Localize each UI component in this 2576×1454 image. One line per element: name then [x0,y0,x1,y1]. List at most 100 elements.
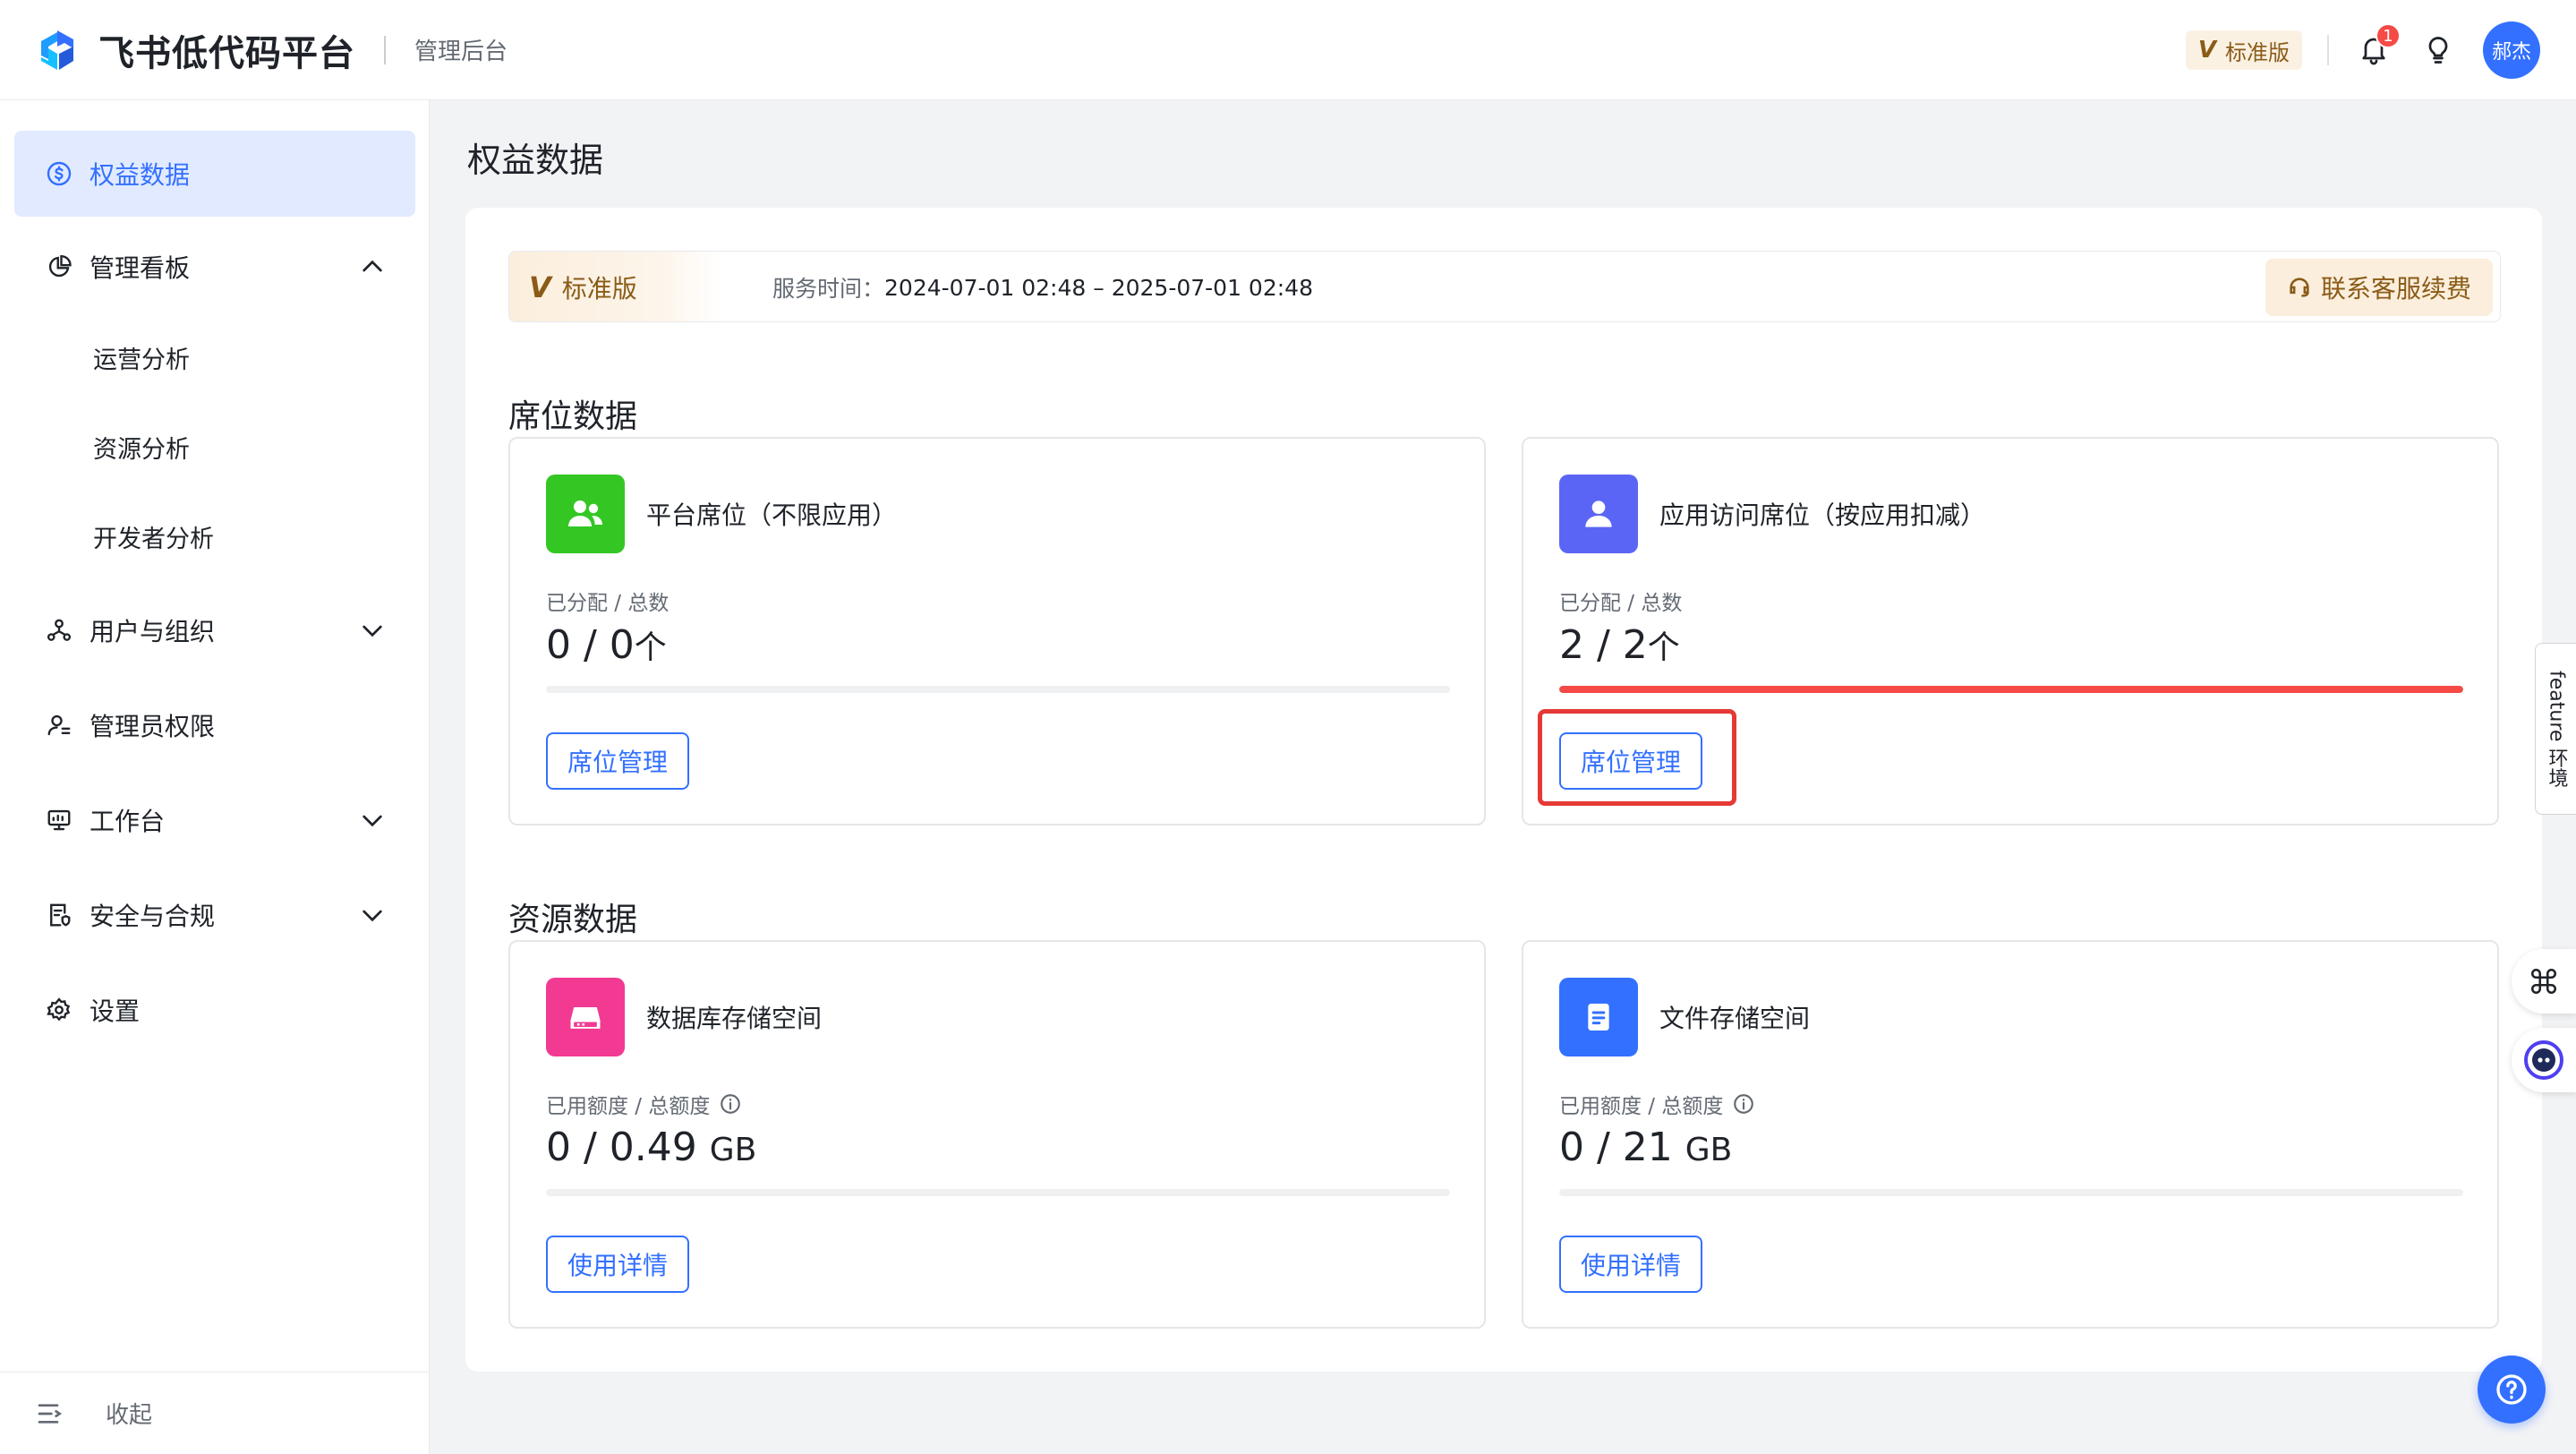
usage-progress-bar [1559,686,2463,693]
edition-tag: V 标准版 [509,252,724,321]
pie-chart-icon [43,251,75,283]
edition-v-icon: V [2197,37,2216,64]
platform-seat-card: 平台席位（不限应用） 已分配 / 总数 0 / 0个 席位管理 [508,437,1486,825]
entitlements-panel: V 标准版 服务时间： 2024-07-01 02:48 – 2025-07-0… [465,208,2542,1372]
card-value-number: 0 / 0.49 [546,1125,697,1170]
sidebar-item-admin-permission[interactable]: 管理员权限 [14,682,415,768]
card-label: 已分配 / 总数 [546,586,669,616]
collapse-menu-icon [38,1403,63,1424]
brand-logo[interactable]: 飞书低代码平台 [34,24,355,76]
usage-detail-button[interactable]: 使用详情 [546,1236,690,1293]
seat-section-title: 席位数据 [508,398,638,435]
card-value-number: 0 / 21 [1559,1125,1673,1170]
lowcode-logo-icon [41,30,73,70]
usage-progress-bar [1559,1189,2463,1196]
edition-badge-label: 标准版 [2225,39,2290,65]
card-value: 0 / 0个 [546,621,667,668]
help-button[interactable] [2478,1356,2546,1424]
card-title: 平台席位（不限应用） [646,500,898,530]
sidebar-item-entitlements[interactable]: 权益数据 [14,131,415,217]
card-label-text: 已用额度 / 总额度 [546,1095,711,1118]
sidebar-item-label: 管理看板 [90,253,191,283]
sidebar-item-label: 用户与组织 [90,617,216,646]
sidebar-item-dashboard[interactable]: 管理看板 [14,224,415,310]
highlight-annotation-box [1538,709,1736,806]
card-value-number: 2 / 2 [1559,622,1648,668]
contact-renew-label: 联系客服续费 [2320,274,2471,304]
card-value: 2 / 2个 [1559,621,1680,668]
tips-button[interactable] [2418,30,2458,70]
chevron-down-icon [363,910,382,922]
question-icon [2496,1374,2527,1405]
edition-badge[interactable]: V 标准版 [2185,30,2302,70]
sidebar-item-label: 设置 [90,996,141,1026]
org-icon [43,614,75,646]
card-label: 已分配 / 总数 [1559,586,1682,616]
card-label-text: 已分配 / 总数 [1559,592,1683,615]
sidebar-item-settings[interactable]: 设置 [14,967,415,1053]
notification-button[interactable]: 1 [2354,23,2401,70]
usage-progress-bar [546,686,1450,693]
sidebar-collapse-button[interactable]: 收起 [0,1372,430,1454]
service-time: 服务时间： 2024-07-01 02:48 – 2025-07-01 02:4… [772,252,1313,321]
page-title: 权益数据 [467,141,604,180]
contact-renew-button[interactable]: 联系客服续费 [2265,259,2493,316]
usage-progress-bar [546,1189,1450,1196]
top-header: 飞书低代码平台 管理后台 V 标准版 1 郝杰 [0,0,2576,100]
command-icon [2530,968,2557,995]
gear-icon [43,994,75,1026]
sidebar-item-label: 安全与合规 [90,902,216,931]
admin-user-icon [43,709,75,741]
chevron-up-icon [363,260,382,272]
header-actions-divider [2327,35,2329,65]
dollar-circle-icon [43,158,75,190]
seat-manage-button[interactable]: 席位管理 [546,732,690,790]
chevron-down-icon [363,815,382,827]
card-title: 文件存储空间 [1659,1004,1811,1033]
edition-v-icon: V [529,270,551,304]
database-icon [546,978,625,1056]
security-doc-icon [43,899,75,931]
header-subtitle: 管理后台 [414,38,508,65]
file-icon [1559,978,1638,1056]
headset-icon [2290,278,2309,297]
card-label-text: 已用额度 / 总额度 [1559,1095,1724,1118]
card-label-text: 已分配 / 总数 [546,592,670,615]
info-icon[interactable] [719,1092,742,1116]
service-time-value: 2024-07-01 02:48 – 2025-07-01 02:48 [884,274,1313,301]
card-value: 0 / 0.49 GB [546,1125,756,1170]
resource-section-title: 资源数据 [508,902,638,938]
sidebar-collapse-label: 收起 [106,1402,153,1429]
sidebar-item-users-org[interactable]: 用户与组织 [14,587,415,673]
header-divider [384,35,386,64]
lightbulb-icon [2428,37,2448,64]
brand-name: 飞书低代码平台 [98,32,355,74]
file-storage-card: 文件存储空间 已用额度 / 总额度 0 / 21 GB 使用详情 [1522,940,2499,1329]
card-value-unit: 个 [1647,629,1680,666]
sidebar-item-security-compliance[interactable]: 安全与合规 [14,872,415,958]
card-value-unit: GB [1685,1132,1733,1168]
feature-env-tab[interactable]: feature 环境 [2535,643,2576,815]
card-label: 已用额度 / 总额度 [546,1089,742,1119]
card-title: 数据库存储空间 [646,1004,823,1033]
card-label: 已用额度 / 总额度 [1559,1089,1755,1119]
sidebar-item-label: 权益数据 [90,160,191,190]
info-icon[interactable] [1732,1092,1755,1116]
sidebar-item-developer-analysis[interactable]: 开发者分析 [14,496,415,577]
user-avatar[interactable]: 郝杰 [2483,21,2540,79]
users-icon [546,475,625,553]
database-storage-card: 数据库存储空间 已用额度 / 总额度 0 / 0.49 GB 使用详情 [508,940,1486,1329]
notification-count-badge: 1 [2376,23,2401,48]
assistant-float-button[interactable] [2512,1028,2576,1092]
usage-detail-button[interactable]: 使用详情 [1559,1236,1703,1293]
sidebar-item-operation-analysis[interactable]: 运营分析 [14,317,415,398]
usage-progress-fill [1559,686,2463,693]
card-value-unit: 个 [634,629,667,666]
assistant-bot-icon [2524,1040,2563,1080]
card-value-unit: GB [709,1132,757,1168]
sidebar-item-workbench[interactable]: 工作台 [14,777,415,863]
service-time-label: 服务时间： [772,276,885,302]
sidebar-item-resource-analysis[interactable]: 资源分析 [14,406,415,487]
shortcut-float-button[interactable] [2512,949,2576,1014]
sidebar: 权益数据 管理看板 运营分析 资源分析 开发者分析 用户与组织 管理员权限 工作… [0,100,430,1454]
